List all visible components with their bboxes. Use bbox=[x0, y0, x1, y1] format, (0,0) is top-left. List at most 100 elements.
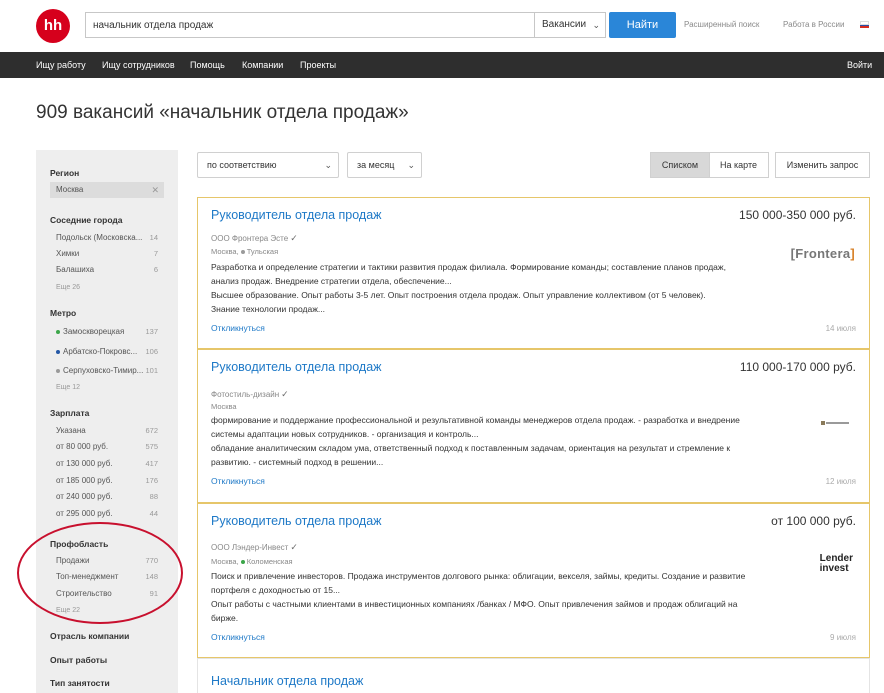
metro-line-icon bbox=[240, 560, 245, 565]
chevron-down-icon: ⌄ bbox=[324, 160, 332, 170]
russian-flag-icon[interactable] bbox=[860, 21, 869, 29]
region-heading: Регион bbox=[50, 168, 80, 178]
company-logo[interactable]: Lender invest bbox=[820, 554, 853, 574]
vacancy-location: Москва, Тульская bbox=[211, 247, 279, 256]
vacancy-card: Руководитель отдела продаж 110 000-170 0… bbox=[197, 349, 870, 503]
search-input[interactable] bbox=[86, 13, 534, 37]
metro-line-icon bbox=[56, 349, 60, 354]
edit-query-button[interactable]: Изменить запрос bbox=[775, 152, 870, 178]
period-dropdown[interactable]: за месяц ⌄ bbox=[347, 152, 422, 178]
nav-item-projects[interactable]: Проекты bbox=[300, 52, 336, 78]
vacancy-date: 14 июля bbox=[825, 324, 856, 333]
sort-dropdown-label: по соответствию bbox=[207, 160, 277, 170]
salary-item[interactable]: от 130 000 руб. bbox=[56, 459, 159, 468]
nav-item-companies[interactable]: Компании bbox=[242, 52, 283, 78]
salary-count: 44 bbox=[149, 509, 158, 518]
red-annotation-circle bbox=[17, 522, 183, 624]
vacancy-salary: 150 000-350 000 руб. bbox=[739, 208, 856, 222]
metro-item[interactable]: Замоскворецкая bbox=[56, 327, 159, 336]
salary-item[interactable]: от 295 000 руб. bbox=[56, 509, 159, 518]
experience-heading[interactable]: Опыт работы bbox=[50, 655, 107, 665]
city-item[interactable]: Химки bbox=[56, 249, 159, 258]
vacancy-company-link[interactable]: ООО Фронтера Эсте ✓ bbox=[211, 233, 298, 244]
salary-item[interactable]: от 185 000 руб. bbox=[56, 476, 159, 485]
salary-count: 575 bbox=[145, 442, 158, 451]
vacancy-company-link[interactable]: Фотостиль-дизайн ✓ bbox=[211, 389, 289, 400]
metro-line-icon bbox=[240, 250, 245, 255]
vacancy-date: 9 июля bbox=[830, 633, 856, 642]
vacancy-card: Руководитель отдела продаж от 100 000 ру… bbox=[197, 503, 870, 658]
vacancy-location: Москва bbox=[211, 402, 237, 411]
close-icon[interactable]: ✕ bbox=[151, 182, 159, 198]
period-dropdown-label: за месяц bbox=[357, 160, 395, 170]
hh-logo[interactable]: hh bbox=[36, 9, 70, 43]
vacancy-salary: от 100 000 руб. bbox=[771, 514, 856, 528]
cities-more-link[interactable]: Еще 26 bbox=[56, 284, 80, 291]
vacancy-title-link[interactable]: Руководитель отдела продаж bbox=[211, 514, 382, 528]
vacancy-title-link[interactable]: Руководитель отдела продаж bbox=[211, 360, 382, 374]
login-link[interactable]: Войти bbox=[847, 52, 872, 78]
vacancy-salary: 110 000-170 000 руб. bbox=[739, 360, 856, 374]
industry-heading[interactable]: Отрасль компании bbox=[50, 631, 129, 641]
page-title: 909 вакансий «начальник отдела продаж» bbox=[36, 102, 409, 123]
salary-count: 176 bbox=[145, 476, 158, 485]
salary-count: 672 bbox=[145, 426, 158, 435]
respond-link[interactable]: Откликнуться bbox=[211, 323, 265, 333]
chevron-down-icon: ⌄ bbox=[592, 20, 600, 30]
employment-heading[interactable]: Тип занятости bbox=[50, 678, 110, 688]
city-item[interactable]: Подольск (Московска... bbox=[56, 233, 159, 242]
salary-item[interactable]: Указана bbox=[56, 426, 159, 435]
metro-line-icon bbox=[56, 368, 60, 373]
vacancy-location: Москва, Коломенская bbox=[211, 557, 293, 566]
vacancy-date: 12 июля bbox=[825, 477, 856, 486]
company-logo[interactable] bbox=[821, 420, 849, 426]
nav-item-help[interactable]: Помощь bbox=[190, 52, 225, 78]
main-nav: Ищу работу Ищу сотрудников Помощь Компан… bbox=[0, 52, 884, 78]
verified-check-icon: ✓ bbox=[281, 389, 289, 399]
vacancy-snippet: Разработка и определение стратегии и так… bbox=[211, 262, 726, 314]
find-button[interactable]: Найти bbox=[609, 12, 676, 38]
search-box: Вакансии ⌄ bbox=[85, 12, 606, 38]
map-view-button[interactable]: На карте bbox=[709, 152, 769, 178]
respond-link[interactable]: Откликнуться bbox=[211, 632, 265, 642]
metro-item[interactable]: Серпуховско-Тимир... bbox=[56, 366, 159, 375]
respond-link[interactable]: Откликнуться bbox=[211, 476, 265, 486]
salary-count: 88 bbox=[149, 492, 158, 501]
metro-item[interactable]: Арбатско-Покровс... bbox=[56, 347, 159, 356]
region-chip-label: Москва bbox=[56, 185, 84, 194]
list-view-button[interactable]: Списком bbox=[650, 152, 710, 178]
city-item[interactable]: Балашиха bbox=[56, 265, 159, 274]
vacancy-company-link[interactable]: ООО Лэндер-Инвест ✓ bbox=[211, 542, 298, 553]
vacancy-card: Руководитель отдела продаж 150 000-350 0… bbox=[197, 197, 870, 349]
metro-count: 137 bbox=[145, 327, 158, 336]
vacancy-title-link[interactable]: Руководитель отдела продаж bbox=[211, 208, 382, 222]
region-link[interactable]: Работа в России bbox=[783, 20, 844, 29]
metro-more-link[interactable]: Еще 12 bbox=[56, 384, 80, 391]
metro-count: 106 bbox=[145, 347, 158, 356]
verified-check-icon: ✓ bbox=[290, 542, 298, 552]
verified-check-icon: ✓ bbox=[290, 233, 298, 243]
city-count: 7 bbox=[153, 249, 158, 258]
nav-item-employee-search[interactable]: Ищу сотрудников bbox=[102, 52, 175, 78]
salary-count: 417 bbox=[145, 459, 158, 468]
nav-item-job-search[interactable]: Ищу работу bbox=[36, 52, 86, 78]
city-count: 6 bbox=[153, 265, 158, 274]
sort-dropdown[interactable]: по соответствию ⌄ bbox=[197, 152, 339, 178]
salary-item[interactable]: от 240 000 руб. bbox=[56, 492, 159, 501]
chevron-down-icon: ⌄ bbox=[407, 160, 415, 170]
vacancy-snippet: формирование и поддержание профессиональ… bbox=[211, 415, 740, 467]
vacancy-title-link[interactable]: Начальник отдела продаж bbox=[211, 674, 363, 688]
cities-heading: Соседние города bbox=[50, 215, 123, 225]
search-scope-label: Вакансии bbox=[542, 19, 587, 30]
region-chip[interactable]: Москва ✕ bbox=[50, 182, 164, 198]
salary-item[interactable]: от 80 000 руб. bbox=[56, 442, 159, 451]
city-count: 14 bbox=[149, 233, 158, 242]
metro-line-icon bbox=[56, 329, 60, 334]
search-scope-select[interactable]: Вакансии ⌄ bbox=[534, 13, 605, 37]
vacancy-card: Начальник отдела продаж bbox=[197, 658, 870, 693]
metro-count: 101 bbox=[145, 366, 158, 375]
top-header: hh Вакансии ⌄ Найти Расширенный поиск Ра… bbox=[0, 0, 884, 52]
company-logo[interactable]: [Frontera] bbox=[791, 246, 855, 261]
advanced-search-link[interactable]: Расширенный поиск bbox=[684, 20, 759, 29]
metro-heading: Метро bbox=[50, 308, 77, 318]
